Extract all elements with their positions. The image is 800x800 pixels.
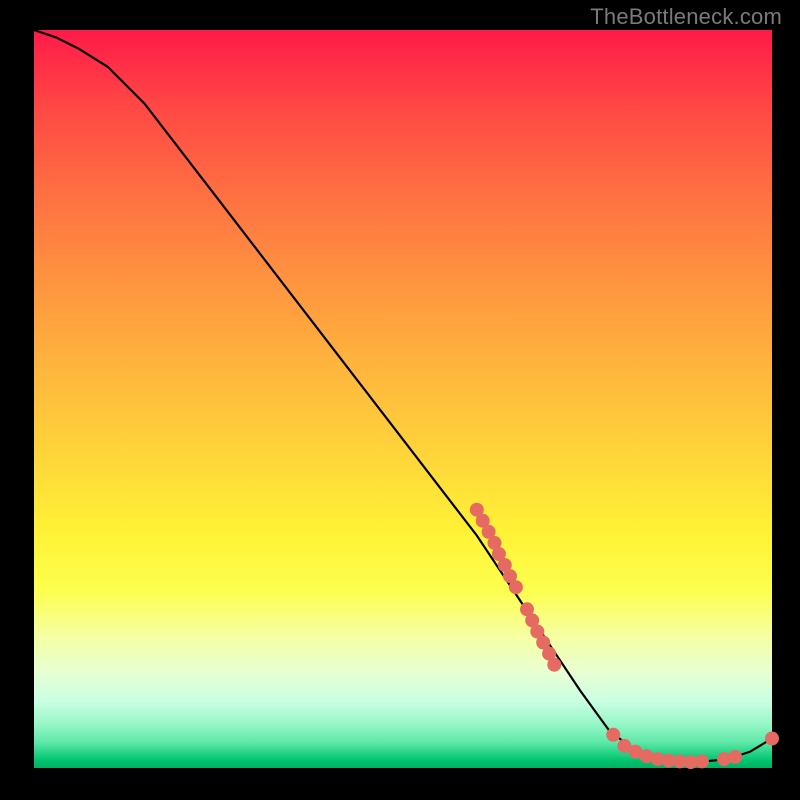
- data-dot: [548, 658, 561, 671]
- bottleneck-curve: [34, 30, 772, 762]
- chart-frame: TheBottleneck.com: [0, 0, 800, 800]
- plot-area: [34, 30, 772, 768]
- curve-layer: [34, 30, 772, 768]
- watermark-text: TheBottleneck.com: [590, 4, 782, 30]
- data-dots: [470, 503, 778, 768]
- data-dot: [695, 755, 708, 768]
- data-dot: [607, 728, 620, 741]
- data-dot: [729, 750, 742, 763]
- data-dot: [766, 732, 779, 745]
- data-dot: [509, 581, 522, 594]
